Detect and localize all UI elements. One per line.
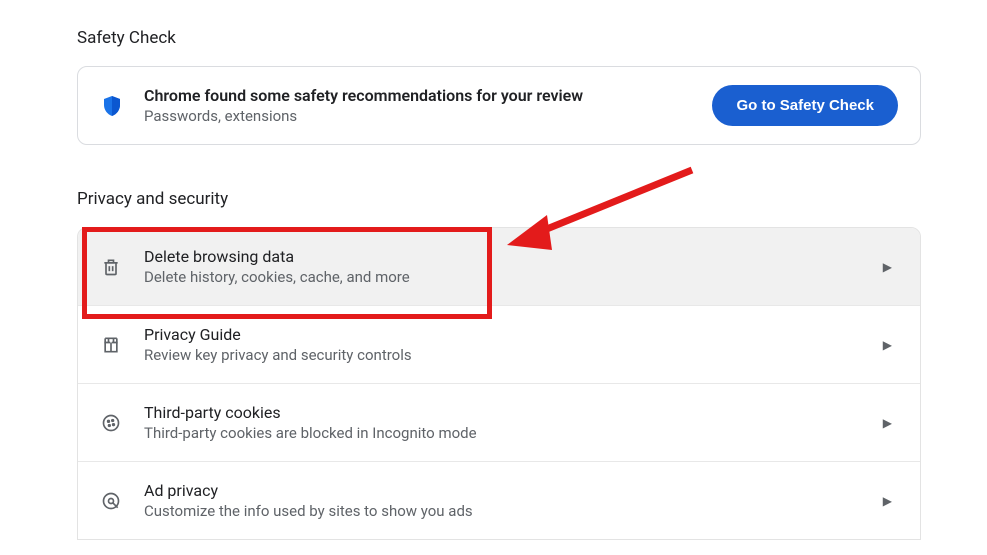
item-title: Ad privacy bbox=[144, 481, 473, 500]
item-title: Delete browsing data bbox=[144, 247, 410, 266]
chevron-right-icon: ▶ bbox=[883, 494, 892, 508]
cookie-icon bbox=[100, 412, 122, 434]
delete-browsing-data-item[interactable]: Delete browsing data Delete history, coo… bbox=[78, 228, 920, 306]
chevron-right-icon: ▶ bbox=[883, 416, 892, 430]
guide-icon bbox=[100, 334, 122, 356]
item-title: Privacy Guide bbox=[144, 325, 412, 344]
safety-subtitle: Passwords, extensions bbox=[144, 107, 583, 125]
third-party-cookies-item[interactable]: Third-party cookies Third-party cookies … bbox=[78, 384, 920, 462]
privacy-section-title: Privacy and security bbox=[77, 189, 921, 209]
safety-title: Chrome found some safety recommendations… bbox=[144, 86, 583, 105]
item-subtitle: Delete history, cookies, cache, and more bbox=[144, 268, 410, 286]
ad-privacy-icon bbox=[100, 490, 122, 512]
item-title: Third-party cookies bbox=[144, 403, 477, 422]
item-subtitle: Customize the info used by sites to show… bbox=[144, 502, 473, 520]
privacy-list: Delete browsing data Delete history, coo… bbox=[77, 227, 921, 540]
shield-icon bbox=[100, 94, 124, 118]
item-subtitle: Third-party cookies are blocked in Incog… bbox=[144, 424, 477, 442]
trash-icon bbox=[100, 256, 122, 278]
safety-check-card: Chrome found some safety recommendations… bbox=[77, 66, 921, 145]
chevron-right-icon: ▶ bbox=[883, 260, 892, 274]
chevron-right-icon: ▶ bbox=[883, 338, 892, 352]
go-to-safety-check-button[interactable]: Go to Safety Check bbox=[712, 85, 898, 126]
privacy-guide-item[interactable]: Privacy Guide Review key privacy and sec… bbox=[78, 306, 920, 384]
item-subtitle: Review key privacy and security controls bbox=[144, 346, 412, 364]
ad-privacy-item[interactable]: Ad privacy Customize the info used by si… bbox=[78, 462, 920, 539]
safety-check-section-title: Safety Check bbox=[77, 28, 921, 48]
